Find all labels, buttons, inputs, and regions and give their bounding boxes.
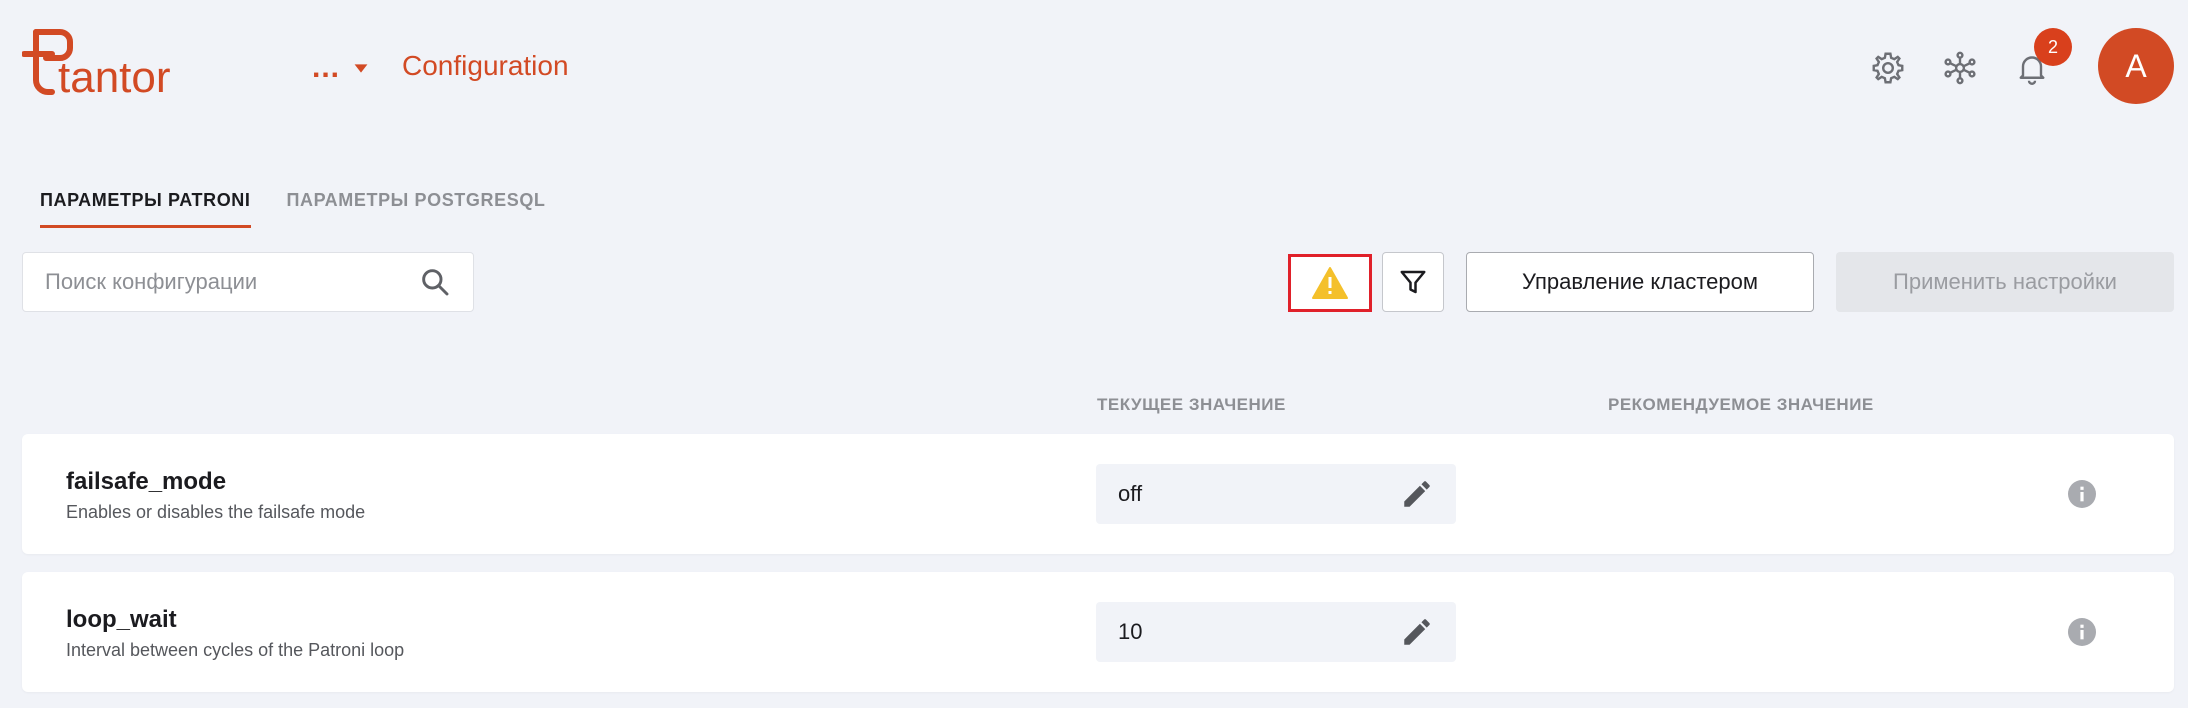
tab-patroni-params[interactable]: ПАРАМЕТРЫ PATRONI bbox=[40, 190, 251, 228]
search-input[interactable] bbox=[45, 269, 419, 295]
breadcrumb-more-dropdown[interactable]: ... bbox=[312, 48, 372, 88]
warnings-filter-button[interactable] bbox=[1288, 254, 1372, 312]
table-row: loop_wait Interval between cycles of the… bbox=[22, 572, 2174, 692]
edit-pencil-icon[interactable] bbox=[1400, 477, 1434, 511]
param-name: failsafe_mode bbox=[66, 468, 227, 495]
config-search bbox=[22, 252, 474, 312]
breadcrumb-more-label: ... bbox=[312, 51, 341, 84]
table-row: failsafe_mode Enables or disables the fa… bbox=[22, 434, 2174, 554]
cluster-management-button[interactable]: Управление кластером bbox=[1466, 252, 1814, 312]
app-header: tantor ... Configuration 2 A bbox=[0, 0, 2188, 140]
user-avatar[interactable]: A bbox=[2098, 28, 2174, 104]
logo-text: tantor bbox=[58, 53, 171, 100]
info-icon[interactable] bbox=[2066, 616, 2098, 648]
caret-down-icon bbox=[354, 64, 368, 73]
current-value-field[interactable]: off bbox=[1096, 464, 1456, 524]
current-value: off bbox=[1118, 481, 1143, 506]
current-value: 10 bbox=[1118, 619, 1143, 644]
filter-button[interactable] bbox=[1382, 252, 1444, 312]
param-description: Enables or disables the failsafe mode bbox=[66, 502, 366, 522]
page-title: Configuration bbox=[402, 50, 569, 81]
config-tabs: ПАРАМЕТРЫ PATRONI ПАРАМЕТРЫ POSTGRESQL bbox=[40, 190, 546, 228]
network-icon[interactable] bbox=[1940, 48, 1980, 88]
notification-count-badge: 2 bbox=[2034, 28, 2072, 66]
edit-pencil-icon[interactable] bbox=[1400, 615, 1434, 649]
tab-postgresql-params[interactable]: ПАРАМЕТРЫ POSTGRESQL bbox=[287, 190, 546, 224]
info-icon[interactable] bbox=[2066, 478, 2098, 510]
apply-settings-button[interactable]: Применить настройки bbox=[1836, 252, 2174, 312]
param-description: Interval between cycles of the Patroni l… bbox=[66, 640, 405, 660]
param-name: loop_wait bbox=[66, 606, 177, 633]
column-header-current: ТЕКУЩЕЕ ЗНАЧЕНИЕ bbox=[1097, 395, 1286, 414]
filter-icon bbox=[1400, 270, 1426, 294]
current-value-field[interactable]: 10 bbox=[1096, 602, 1456, 662]
warning-icon bbox=[1312, 267, 1348, 299]
column-header-recommended: РЕКОМЕНДУЕМОЕ ЗНАЧЕНИЕ bbox=[1608, 395, 1874, 414]
search-icon[interactable] bbox=[419, 266, 451, 298]
gear-icon[interactable] bbox=[1868, 48, 1908, 88]
tantor-logo[interactable]: tantor bbox=[21, 28, 188, 102]
